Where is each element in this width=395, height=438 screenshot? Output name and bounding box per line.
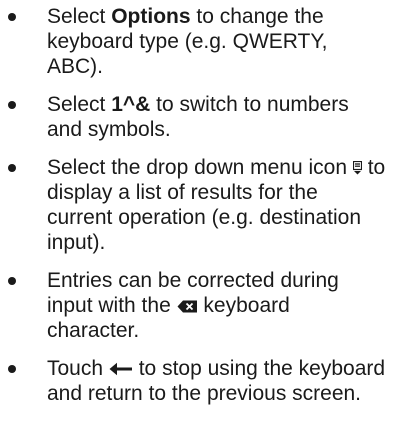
item-text-pre: Touch [47,357,104,380]
symbols-label: 1^& [111,93,151,116]
instruction-list: Select Options to change the keyboard ty… [0,4,395,406]
list-item-back: Touch to stop using the keyboard and ret… [0,356,395,406]
list-item-backspace: Entries can be corrected during input wi… [0,268,395,343]
bullet [8,365,16,373]
list-item-symbols: Select 1^& to switch to numbers and symb… [0,92,395,142]
bullet [8,164,16,172]
options-label: Options [111,5,191,28]
backspace-icon [177,300,198,313]
dropdown-menu-icon [352,161,362,175]
bullet [8,101,16,109]
list-item-options: Select Options to change the keyboard ty… [0,4,395,79]
bullet [8,13,16,21]
bullet [8,277,16,285]
item-text-pre: Select the drop down menu icon [47,156,348,179]
item-text-pre: Select [47,5,112,28]
item-text-pre: Select [47,93,112,116]
back-arrow-icon [109,362,133,376]
list-item-dropdown: Select the drop down menu icon to displa… [0,155,395,255]
